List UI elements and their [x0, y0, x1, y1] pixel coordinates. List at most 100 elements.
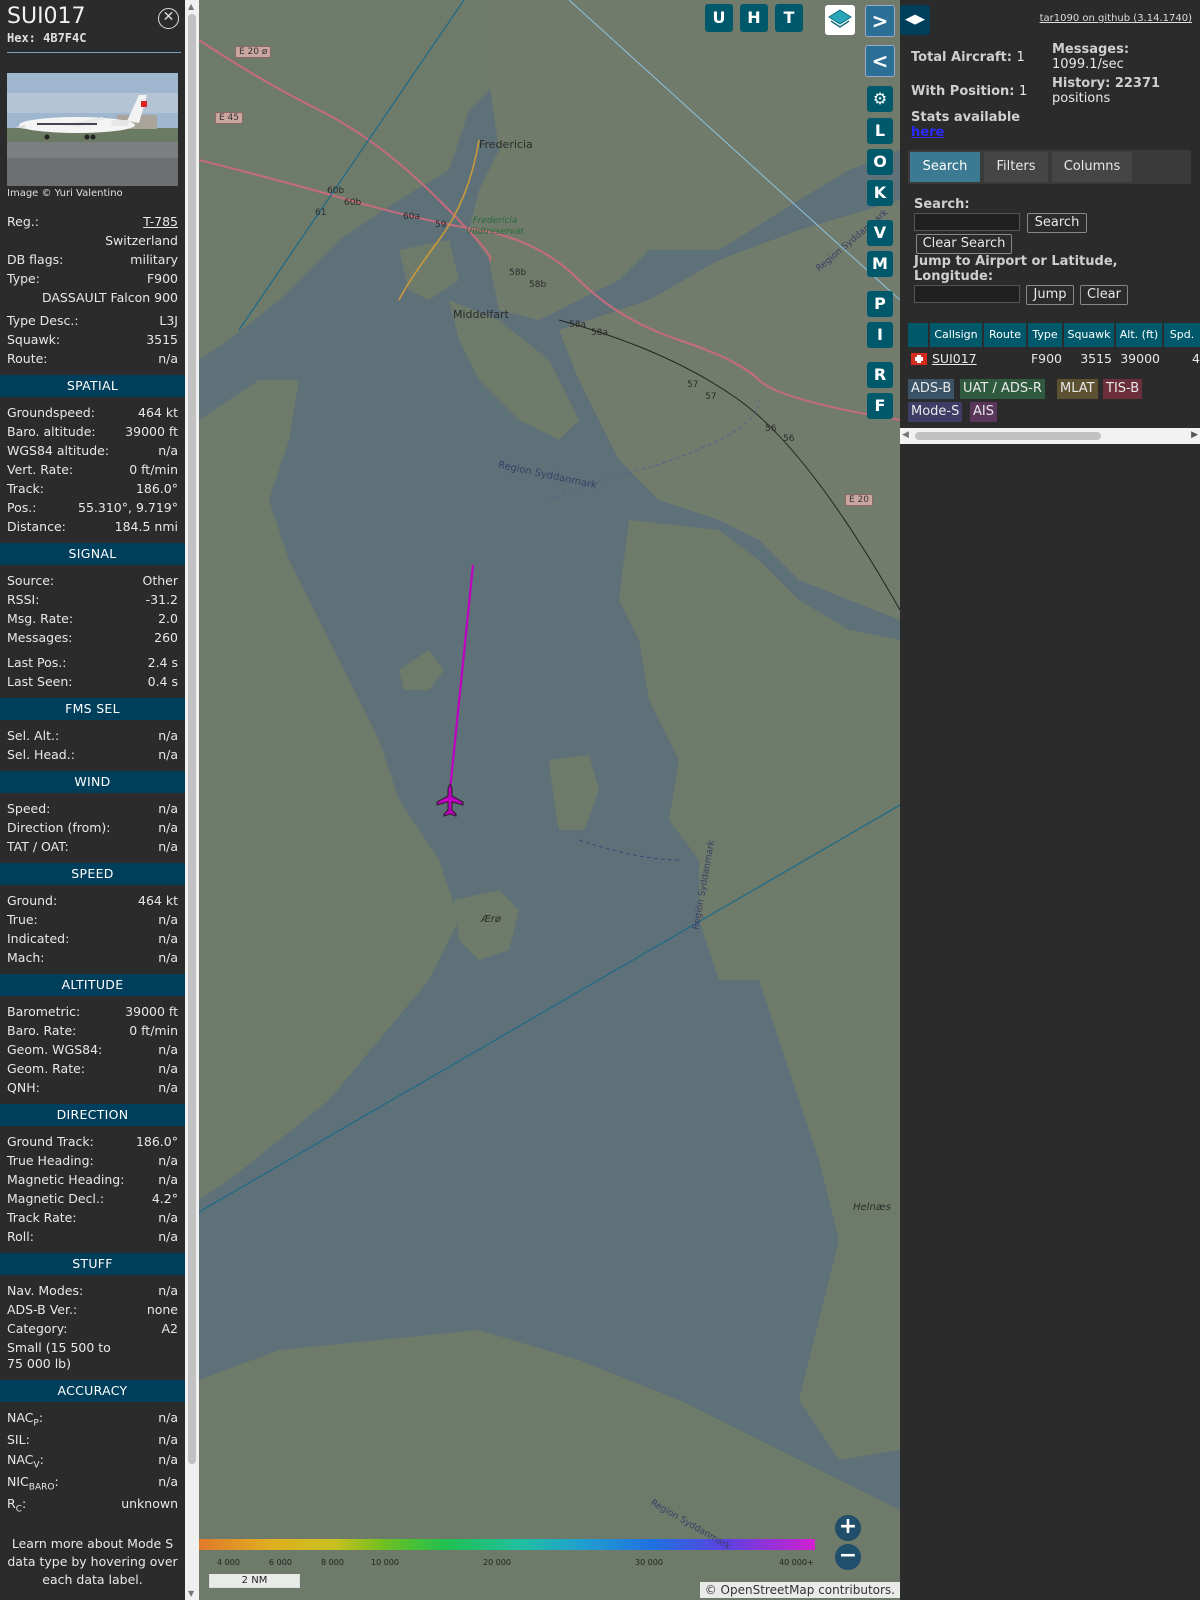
field-label: Geom. WGS84: — [7, 1042, 103, 1057]
column-header[interactable]: Spd. — [1164, 323, 1200, 347]
info-panel-scrollbar[interactable]: ▲ ▼ — [185, 0, 199, 1600]
legend-modes: Mode-S — [908, 402, 963, 422]
altitude-tick: 20 000 — [483, 1558, 511, 1567]
collapse-panel-icon[interactable]: < — [865, 45, 895, 77]
button-k[interactable]: K — [867, 180, 893, 206]
jump-input[interactable] — [914, 285, 1020, 303]
search-label: Search: — [914, 197, 970, 212]
reg-link[interactable]: T-785 — [143, 214, 178, 229]
aircraft-icon[interactable] — [435, 782, 465, 818]
scroll-up-icon[interactable]: ▲ — [188, 2, 194, 11]
button-h[interactable]: H — [740, 4, 768, 32]
column-header[interactable]: Callsign — [930, 323, 982, 347]
section-stuff[interactable]: STUFF — [0, 1253, 185, 1275]
tab-filters[interactable]: Filters — [984, 152, 1048, 182]
stats-here-link[interactable]: here — [911, 125, 944, 140]
gear-icon[interactable]: ⚙ — [867, 86, 893, 112]
map-view[interactable]: Fredericia Middelfart Fredericia Vildtre… — [199, 0, 900, 1600]
signal-row: Messages: 260 — [7, 630, 178, 645]
scrollbar-thumb[interactable] — [188, 14, 196, 1464]
column-header-flag[interactable] — [908, 323, 928, 347]
spatial-row: Vert. Rate: 0 ft/min — [7, 462, 178, 477]
row-route — [984, 349, 1026, 369]
field-value: none — [146, 1302, 178, 1317]
field-value: n/a — [158, 839, 178, 854]
field-value: n/a — [158, 801, 178, 816]
callsign-title: SUI017 — [7, 4, 86, 29]
road-number: 61 — [315, 208, 327, 218]
button-f[interactable]: F — [867, 393, 893, 419]
button-t[interactable]: T — [775, 4, 803, 32]
tab-columns[interactable]: Columns — [1052, 152, 1132, 182]
clear-search-button[interactable]: Clear Search — [916, 234, 1012, 254]
field-label: Magnetic Heading: — [7, 1172, 125, 1187]
section-speed[interactable]: SPEED — [0, 863, 185, 885]
section-signal[interactable]: SIGNAL — [0, 543, 185, 565]
field-value: n/a — [158, 1042, 178, 1057]
scroll-left-icon[interactable]: ◀ — [902, 430, 909, 440]
field-label: Ground Track: — [7, 1134, 94, 1149]
row-callsign[interactable]: SUI017 — [932, 349, 982, 369]
section-wind[interactable]: WIND — [0, 771, 185, 793]
withpos-value: 1 — [1019, 84, 1028, 99]
scrollbar-thumb[interactable] — [915, 432, 1101, 440]
road-number: 56 — [765, 424, 777, 434]
button-u[interactable]: U — [705, 4, 733, 32]
fms-row: Sel. Alt.: n/a — [7, 728, 178, 743]
altitude-tick: 40 000+ — [779, 1558, 814, 1567]
field-value: n/a — [158, 1283, 178, 1298]
scroll-right-icon[interactable]: ▶ — [1191, 430, 1198, 440]
expand-panel-icon[interactable]: > — [865, 5, 895, 37]
aircraft-photo[interactable] — [7, 73, 178, 186]
section-spatial[interactable]: SPATIAL — [0, 375, 185, 397]
field-label: Track: — [7, 481, 44, 496]
clear-button[interactable]: Clear — [1080, 285, 1128, 305]
row-type: F900 — [1030, 351, 1062, 366]
button-r[interactable]: R — [867, 362, 893, 388]
reg-row: Reg.: T-785 — [7, 214, 178, 229]
section-accuracy[interactable]: ACCURACY — [0, 1380, 185, 1402]
button-m[interactable]: M — [867, 251, 893, 277]
zoom-in-icon[interactable]: + — [835, 1515, 861, 1541]
column-header[interactable]: Squawk — [1064, 323, 1114, 347]
altitude-tick: 10 000 — [371, 1558, 399, 1567]
jump-button[interactable]: Jump — [1026, 285, 1074, 305]
search-button[interactable]: Search — [1027, 213, 1087, 233]
button-i[interactable]: I — [867, 322, 893, 348]
section-altitude[interactable]: ALTITUDE — [0, 974, 185, 996]
accuracy-row: RC: unknown — [7, 1496, 178, 1515]
column-header[interactable]: Alt. (ft) — [1116, 323, 1162, 347]
field-value: n/a — [158, 912, 178, 927]
github-link[interactable]: tar1090 on github (3.14.1740) — [1040, 13, 1192, 24]
squawk-value: 3515 — [146, 332, 178, 347]
field-label: Sel. Head.: — [7, 747, 75, 762]
button-p[interactable]: P — [867, 291, 893, 317]
dbflags-row: DB flags: military — [7, 252, 178, 267]
map-attribution[interactable]: © OpenStreetMap contributors. — [699, 1582, 900, 1598]
spatial-row: Pos.: 55.310°, 9.719° — [7, 500, 178, 515]
legend-ais: AIS — [970, 402, 997, 422]
layers-icon[interactable] — [825, 5, 855, 35]
field-label: Direction (from): — [7, 820, 111, 835]
button-o[interactable]: O — [867, 149, 893, 175]
type-value: F900 — [146, 271, 178, 286]
section-fms-sel[interactable]: FMS SEL — [0, 698, 185, 720]
field-value: n/a — [158, 728, 178, 743]
field-value: n/a — [158, 931, 178, 946]
scroll-down-icon[interactable]: ▼ — [188, 1589, 194, 1598]
route-row: Route: n/a — [7, 351, 178, 366]
table-horizontal-scrollbar[interactable]: ◀ ▶ — [900, 428, 1200, 444]
column-header[interactable]: Type — [1028, 323, 1062, 347]
aircraft-track — [448, 564, 475, 791]
button-v[interactable]: V — [867, 220, 893, 246]
column-header[interactable]: Route — [984, 323, 1026, 347]
section-direction[interactable]: DIRECTION — [0, 1104, 185, 1126]
search-input[interactable] — [914, 213, 1020, 231]
button-l[interactable]: L — [867, 118, 893, 144]
field-label: True: — [7, 912, 38, 927]
split-toggle-icon[interactable]: ◀▶ — [900, 5, 930, 35]
close-icon[interactable]: ✕ — [158, 8, 179, 29]
fms-row: Sel. Head.: n/a — [7, 747, 178, 762]
zoom-out-icon[interactable]: − — [835, 1544, 861, 1570]
tab-search[interactable]: Search — [910, 152, 980, 182]
